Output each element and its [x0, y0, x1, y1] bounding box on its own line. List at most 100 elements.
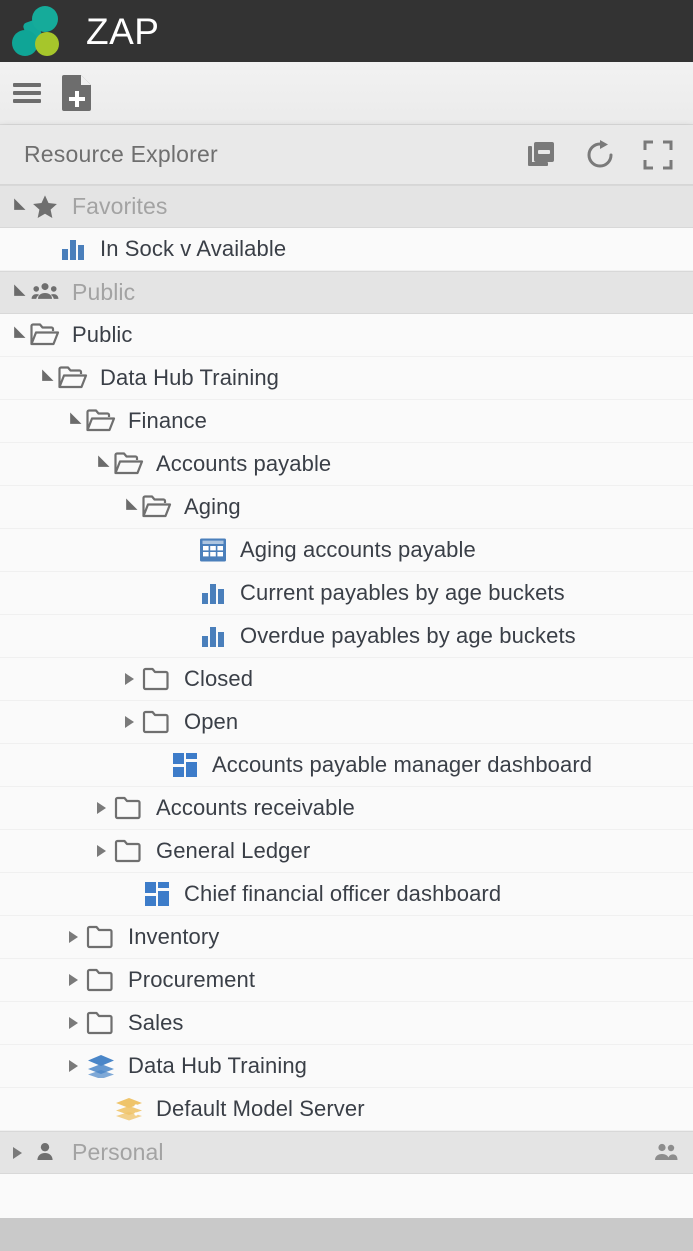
- tree-row[interactable]: Accounts receivable: [0, 787, 693, 830]
- expand-toggle-closed-icon[interactable]: [90, 787, 112, 830]
- tree-row[interactable]: General Ledger: [0, 830, 693, 873]
- tree-row[interactable]: Open: [0, 701, 693, 744]
- tree-empty-row: [0, 1174, 693, 1218]
- tree-row[interactable]: Default Model Server: [0, 1088, 693, 1131]
- row-icon-slot: [84, 1054, 118, 1078]
- tree-row-label: Chief financial officer dashboard: [184, 881, 501, 907]
- tree-row-label: Accounts payable manager dashboard: [212, 752, 592, 778]
- tree-row[interactable]: Aging accounts payable: [0, 529, 693, 572]
- tree-row-label: General Ledger: [156, 838, 310, 864]
- tree-row[interactable]: Overdue payables by age buckets: [0, 615, 693, 658]
- tree-row[interactable]: Aging: [0, 486, 693, 529]
- tree-row[interactable]: Public: [0, 314, 693, 357]
- collapse-all-icon: [527, 140, 557, 170]
- expand-toggle-open-icon[interactable]: [6, 314, 28, 357]
- row-icon-slot: [112, 795, 146, 821]
- tree-row-label: Open: [184, 709, 238, 735]
- data-model-icon: [87, 1054, 115, 1078]
- tree-row-label: Sales: [128, 1010, 184, 1036]
- dashboard-icon: [172, 752, 198, 778]
- tree-row[interactable]: Personal: [0, 1131, 693, 1174]
- row-icon-slot: [196, 537, 230, 563]
- row-icon-slot: [112, 1097, 146, 1121]
- expand-toggle-closed-icon[interactable]: [118, 658, 140, 701]
- tree-row-label: Overdue payables by age buckets: [240, 623, 576, 649]
- folder-icon: [86, 967, 116, 993]
- tree-row-label: Procurement: [128, 967, 255, 993]
- tree-row[interactable]: Finance: [0, 400, 693, 443]
- main-toolbar: [0, 62, 693, 125]
- app-header: ZAP: [0, 0, 693, 62]
- tree-row[interactable]: Data Hub Training: [0, 1045, 693, 1088]
- expand-toggle-none: [90, 1088, 112, 1131]
- tree-row[interactable]: Sales: [0, 1002, 693, 1045]
- row-icon-slot: [196, 623, 230, 649]
- tree-row[interactable]: In Sock v Available: [0, 228, 693, 271]
- expand-toggle-closed-icon[interactable]: [118, 701, 140, 744]
- tree-row-label: Current payables by age buckets: [240, 580, 565, 606]
- expand-toggle-closed-icon[interactable]: [62, 916, 84, 959]
- row-icon-slot: [28, 279, 62, 307]
- new-document-button[interactable]: [52, 68, 102, 118]
- expand-toggle-open-icon[interactable]: [6, 185, 28, 228]
- folder-icon: [86, 924, 116, 950]
- expand-toggle-closed-icon[interactable]: [62, 959, 84, 1002]
- hamburger-menu-icon: [13, 79, 41, 107]
- expand-toggle-open-icon[interactable]: [118, 486, 140, 529]
- tree-row[interactable]: Chief financial officer dashboard: [0, 873, 693, 916]
- tree-row[interactable]: Favorites: [0, 185, 693, 228]
- hamburger-menu-button[interactable]: [2, 68, 52, 118]
- tree-row-label: In Sock v Available: [100, 236, 286, 262]
- folder-open-icon: [142, 494, 172, 520]
- tree-row[interactable]: Data Hub Training: [0, 357, 693, 400]
- folder-icon: [114, 795, 144, 821]
- grid-report-icon: [199, 537, 227, 563]
- row-right-action[interactable]: [653, 1142, 679, 1164]
- expand-toggle-closed-icon[interactable]: [6, 1131, 28, 1174]
- page-background: [0, 1218, 693, 1234]
- expand-toggle-closed-icon[interactable]: [62, 1045, 84, 1088]
- tree-row[interactable]: Inventory: [0, 916, 693, 959]
- tree-row-label: Accounts payable: [156, 451, 331, 477]
- expand-toggle-closed-icon[interactable]: [62, 1002, 84, 1045]
- folder-open-icon: [86, 408, 116, 434]
- tree-row[interactable]: Closed: [0, 658, 693, 701]
- star-icon: [31, 193, 59, 221]
- resource-explorer-panel: Resource Explorer: [0, 125, 693, 1218]
- tree-row-label: Closed: [184, 666, 253, 692]
- bar-chart-icon: [200, 580, 226, 606]
- tree-row[interactable]: Accounts payable: [0, 443, 693, 486]
- new-document-icon: [61, 74, 93, 112]
- expand-toggle-open-icon[interactable]: [62, 400, 84, 443]
- resource-tree: Favorites In Sock v Available Public Public…: [0, 185, 693, 1174]
- panel-actions: [525, 138, 675, 172]
- row-icon-slot: [56, 236, 90, 262]
- tree-row[interactable]: Current payables by age buckets: [0, 572, 693, 615]
- tree-row-label: Favorites: [72, 193, 167, 220]
- tree-row[interactable]: Procurement: [0, 959, 693, 1002]
- tree-row[interactable]: Public: [0, 271, 693, 314]
- expand-toggle-none: [146, 744, 168, 787]
- panel-header: Resource Explorer: [0, 125, 693, 185]
- expand-toggle-open-icon[interactable]: [6, 271, 28, 314]
- expand-toggle-open-icon[interactable]: [34, 357, 56, 400]
- refresh-icon: [585, 140, 615, 170]
- tree-row-label: Data Hub Training: [128, 1053, 307, 1079]
- tree-row[interactable]: Accounts payable manager dashboard: [0, 744, 693, 787]
- folder-open-icon: [114, 451, 144, 477]
- row-icon-slot: [28, 193, 62, 221]
- fullscreen-button[interactable]: [641, 138, 675, 172]
- row-icon-slot: [28, 322, 62, 348]
- row-icon-slot: [140, 709, 174, 735]
- tree-row-label: Default Model Server: [156, 1096, 365, 1122]
- page-title: Resource Explorer: [24, 141, 525, 168]
- expand-toggle-open-icon[interactable]: [90, 443, 112, 486]
- collapse-all-button[interactable]: [525, 138, 559, 172]
- tree-row-label: Aging accounts payable: [240, 537, 476, 563]
- tree-row-label: Public: [72, 322, 133, 348]
- expand-toggle-closed-icon[interactable]: [90, 830, 112, 873]
- row-icon-slot: [140, 881, 174, 907]
- folder-open-icon: [58, 365, 88, 391]
- row-icon-slot: [112, 451, 146, 477]
- refresh-button[interactable]: [583, 138, 617, 172]
